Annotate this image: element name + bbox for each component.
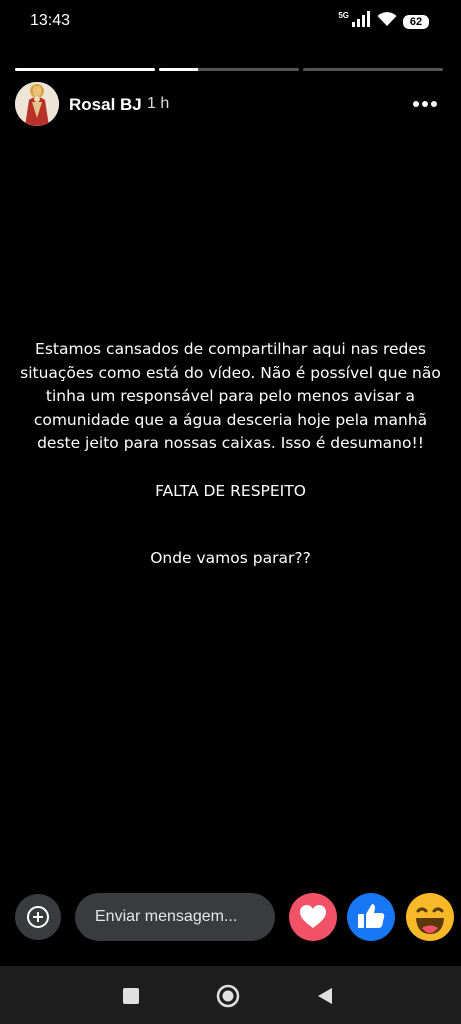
story-text: Estamos cansados de compartilhar aqui na… xyxy=(20,338,441,571)
avatar-image xyxy=(15,82,59,126)
square-icon xyxy=(123,988,139,1004)
battery-indicator: 62 xyxy=(403,14,429,29)
status-icons: 5G 62 xyxy=(338,11,429,32)
love-reaction-button[interactable] xyxy=(288,892,338,942)
system-nav-bar xyxy=(0,966,461,1024)
home-button[interactable] xyxy=(216,984,240,1008)
more-options-button[interactable] xyxy=(409,90,445,118)
story-paragraph: Onde vamos parar?? xyxy=(150,549,311,567)
thumbs-up-icon xyxy=(347,893,395,941)
like-reaction-button[interactable] xyxy=(346,892,396,942)
heart-icon xyxy=(289,893,337,941)
post-time: 1 h xyxy=(147,95,170,112)
more-icon xyxy=(413,101,437,107)
network-type: 5G xyxy=(338,11,349,20)
message-input[interactable]: Enviar mensagem... xyxy=(75,893,275,941)
story-progress-bar xyxy=(15,68,443,71)
haha-reaction-button[interactable] xyxy=(405,892,455,942)
reply-bar: Enviar mensagem... xyxy=(15,892,456,942)
recents-button[interactable] xyxy=(119,984,143,1008)
story-paragraph: FALTA DE RESPEITO xyxy=(155,481,306,500)
progress-segment xyxy=(303,68,443,71)
home-circle-icon xyxy=(216,984,240,1008)
back-triangle-icon xyxy=(318,988,332,1004)
status-bar: 13:43 5G 62 xyxy=(0,0,461,44)
progress-segment xyxy=(159,68,299,71)
story-header: Rosal BJ 1 h xyxy=(15,82,445,126)
progress-segment xyxy=(15,68,155,71)
laughing-face-icon xyxy=(406,893,454,941)
back-button[interactable] xyxy=(313,984,337,1008)
avatar[interactable] xyxy=(15,82,59,126)
user-name[interactable]: Rosal BJ xyxy=(69,95,142,115)
signal-icon xyxy=(351,11,371,32)
wifi-icon xyxy=(377,11,397,32)
story-paragraph: Estamos cansados de compartilhar aqui na… xyxy=(20,340,441,452)
add-circle-icon xyxy=(27,906,49,928)
status-time: 13:43 xyxy=(30,12,71,29)
add-reaction-button[interactable] xyxy=(15,894,61,940)
